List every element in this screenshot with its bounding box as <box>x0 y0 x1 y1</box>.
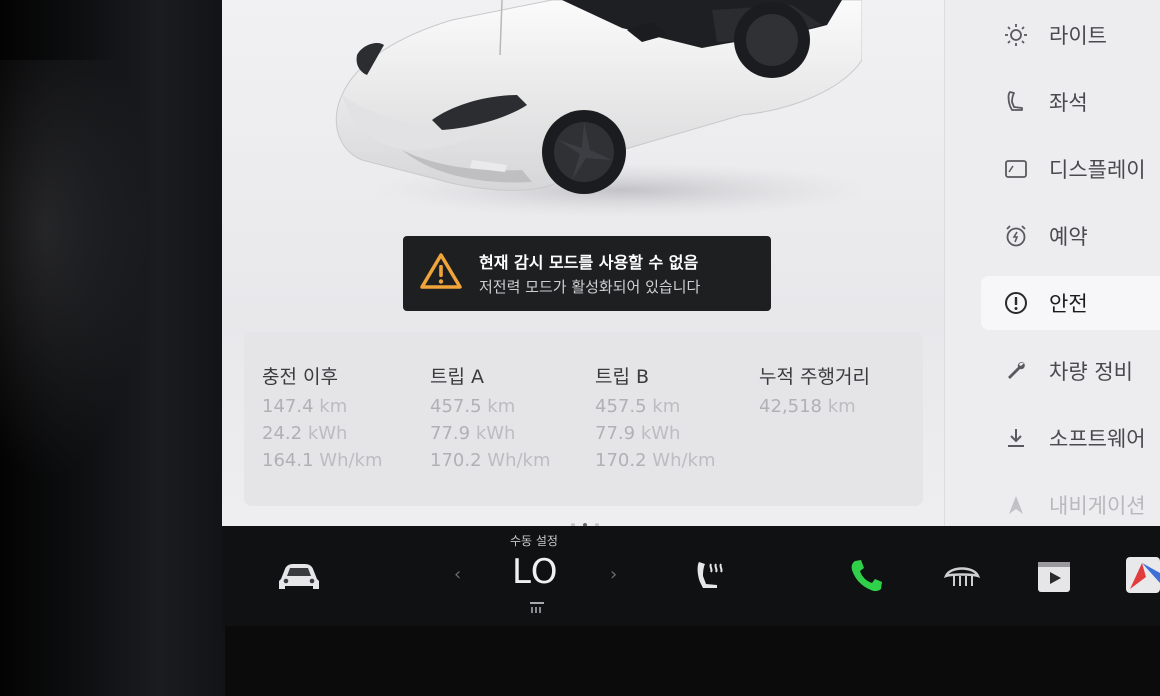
media-button[interactable] <box>1032 554 1076 598</box>
defrost-icon <box>943 567 981 586</box>
sidebar-item-navigation[interactable]: 내비게이션 <box>981 478 1160 526</box>
sidebar-item-label: 소프트웨어 <box>1049 427 1146 451</box>
temp-decrease-button[interactable]: ‹ <box>454 564 461 585</box>
sidebar-item-safety[interactable]: 안전 <box>981 276 1160 330</box>
trip-title: 충전 이후 <box>262 366 338 388</box>
trip-title: 트립 A <box>430 366 484 388</box>
touchscreen: 현재 감시 모드를 사용할 수 없음 저전력 모드가 활성화되어 있습니다 충전… <box>222 0 1160 526</box>
sidebar-item-label: 디스플레이 <box>1049 158 1146 182</box>
trip-efficiency: 170.2 Wh/km <box>595 450 716 471</box>
climate-mode-label: 수동 설정 <box>510 534 558 548</box>
seat-icon <box>1003 89 1029 115</box>
wrench-icon <box>1003 358 1029 384</box>
sidebar-item-software[interactable]: 소프트웨어 <box>981 411 1160 465</box>
sidebar-item-label: 차량 정비 <box>1049 360 1133 384</box>
trip-energy: 77.9 kWh <box>430 423 516 444</box>
light-icon <box>1003 22 1029 48</box>
trip-distance: 457.5 km <box>430 396 516 417</box>
trip-energy: 77.9 kWh <box>595 423 681 444</box>
navigation-app-button[interactable] <box>1122 552 1160 598</box>
sidebar-item-schedule[interactable]: 예약 <box>981 209 1160 263</box>
sidebar-item-label: 좌석 <box>1049 91 1088 115</box>
navigation-icon <box>1003 492 1029 518</box>
sidebar-item-lights[interactable]: 라이트 <box>981 8 1160 62</box>
trip-b[interactable]: 트립 B 457.5 km 77.9 kWh 170.2 Wh/km <box>595 362 716 477</box>
car-icon <box>279 564 319 589</box>
car-illustration <box>335 0 862 218</box>
alert-title: 현재 감시 모드를 사용할 수 없음 <box>479 253 699 272</box>
media-icon <box>1038 562 1070 592</box>
odometer-title: 누적 주행거리 <box>759 366 870 388</box>
display-icon <box>1003 156 1029 182</box>
trip-a[interactable]: 트립 A 457.5 km 77.9 kWh 170.2 Wh/km <box>430 362 551 477</box>
seat-heater-icon <box>697 562 723 588</box>
fan-icon <box>530 602 544 613</box>
sentry-mode-alert: 현재 감시 모드를 사용할 수 없음 저전력 모드가 활성화되어 있습니다 <box>403 236 771 311</box>
warning-icon <box>420 253 462 289</box>
fan-button[interactable] <box>527 598 547 616</box>
sidebar-item-service[interactable]: 차량 정비 <box>981 344 1160 398</box>
trip-since-charge: 충전 이후 147.4 km 24.2 kWh 164.1 Wh/km <box>262 362 383 477</box>
page-indicator[interactable] <box>567 512 603 526</box>
sidebar-item-seats[interactable]: 좌석 <box>981 75 1160 129</box>
odometer-value: 42,518 km <box>759 396 856 417</box>
temp-increase-button[interactable]: › <box>610 564 617 585</box>
settings-sidebar: 라이트 좌석 디스플레이 예약 안전 차량 정비 소프트웨어 내비게이션 <box>945 0 1160 526</box>
trip-title: 트립 B <box>595 366 650 388</box>
safety-icon <box>1003 290 1029 316</box>
navigation-app-icon <box>1126 557 1160 593</box>
seat-heater-button[interactable] <box>690 554 732 598</box>
download-icon <box>1003 425 1029 451</box>
odometer: 누적 주행거리 42,518 km <box>759 362 870 423</box>
sidebar-item-display[interactable]: 디스플레이 <box>981 142 1160 196</box>
defrost-button[interactable] <box>940 556 984 596</box>
trip-efficiency: 164.1 Wh/km <box>262 450 383 471</box>
car-button[interactable] <box>274 556 324 596</box>
sidebar-item-label: 내비게이션 <box>1049 494 1146 518</box>
screen-bezel <box>0 0 225 696</box>
phone-icon <box>851 560 882 592</box>
trip-efficiency: 170.2 Wh/km <box>430 450 551 471</box>
sidebar-item-label: 안전 <box>1049 292 1088 316</box>
sidebar-item-label: 라이트 <box>1049 24 1107 48</box>
sidebar-item-label: 예약 <box>1049 225 1088 249</box>
controls-main-pane: 현재 감시 모드를 사용할 수 없음 저전력 모드가 활성화되어 있습니다 충전… <box>222 0 944 526</box>
trip-distance: 457.5 km <box>595 396 681 417</box>
bottom-dock: ‹ 수동 설정 LO › <box>222 526 1160 626</box>
trip-distance: 147.4 km <box>262 396 348 417</box>
cabin-temperature[interactable]: LO <box>512 552 559 592</box>
trip-meter-card[interactable]: 충전 이후 147.4 km 24.2 kWh 164.1 Wh/km 트립 A… <box>244 332 923 506</box>
phone-button[interactable] <box>844 554 888 598</box>
schedule-icon <box>1003 223 1029 249</box>
trip-energy: 24.2 kWh <box>262 423 348 444</box>
alert-message: 저전력 모드가 활성화되어 있습니다 <box>479 278 701 296</box>
